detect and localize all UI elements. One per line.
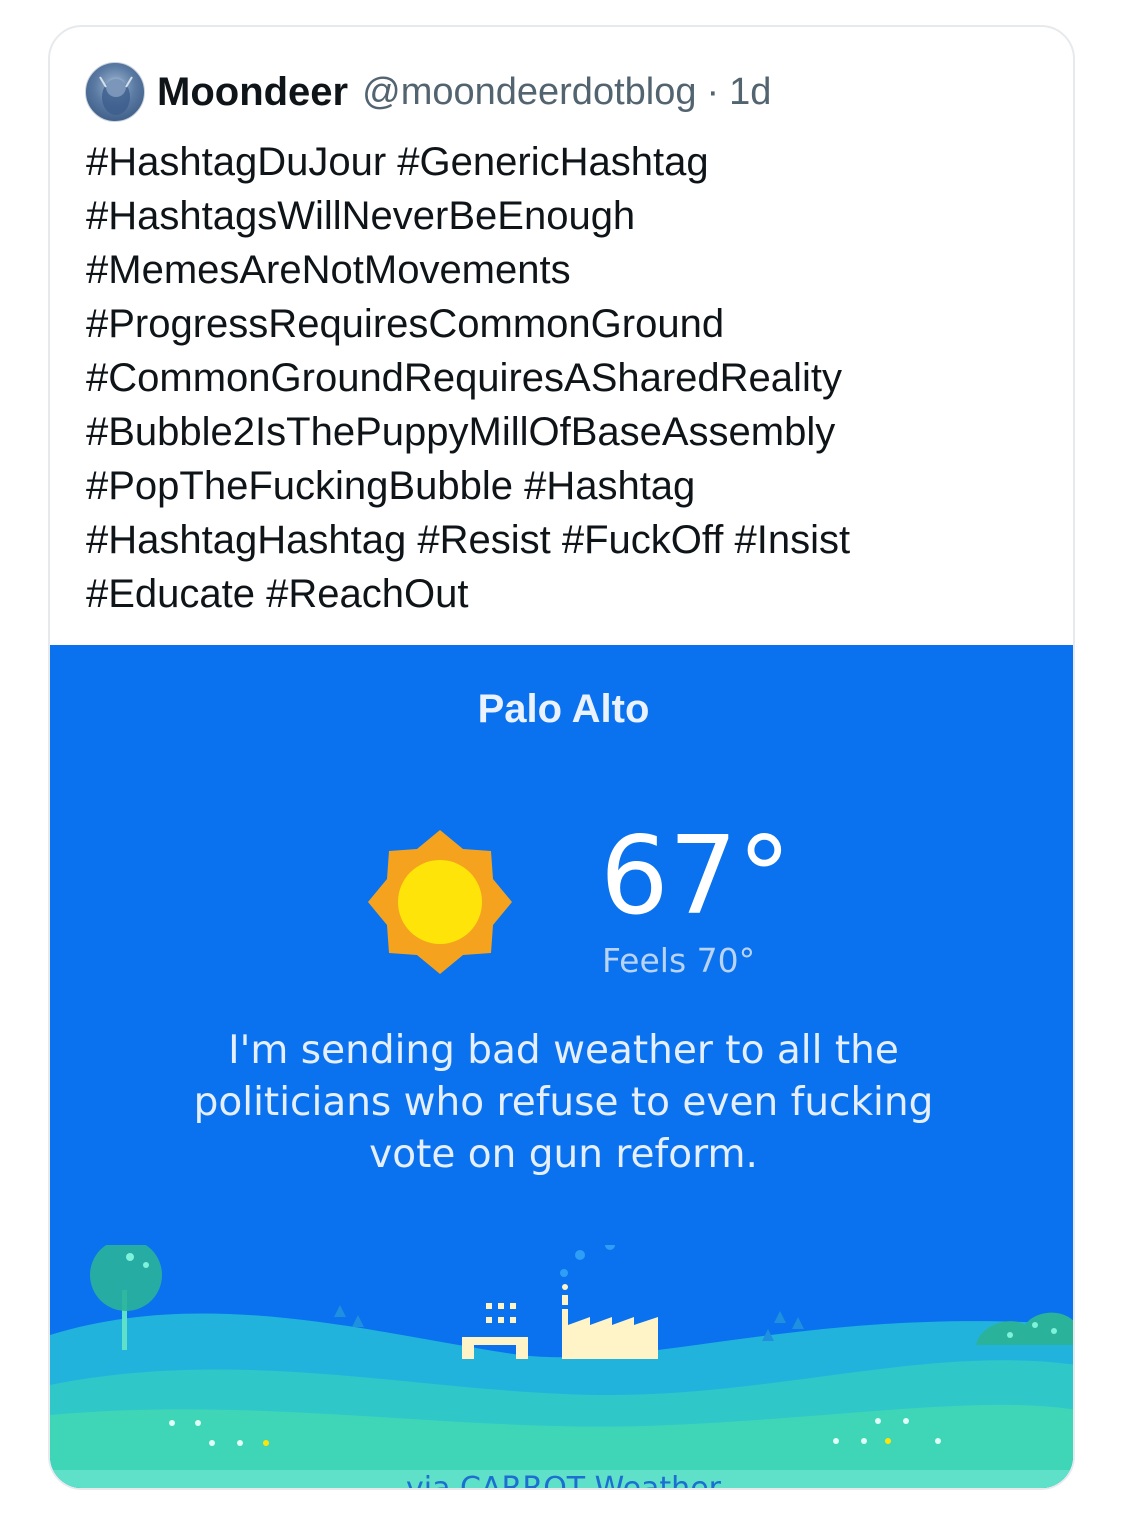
tweet-text-line[interactable]: #HashtagDuJour #GenericHashtag	[86, 135, 1046, 189]
bush-icon	[976, 1312, 1073, 1345]
tweet-text-line[interactable]: #PopTheFuckingBubble #Hashtag	[86, 459, 1046, 513]
timestamp[interactable]: 1d	[729, 71, 771, 114]
via-brand[interactable]: CARROT Weather	[460, 1471, 721, 1488]
temperature: 67°	[600, 814, 792, 939]
factory-icon	[462, 1245, 658, 1359]
author-handle[interactable]: @moondeerdotblog	[362, 71, 696, 114]
feels-like: Feels 70°	[602, 941, 756, 980]
tweet-text: #HashtagDuJour #GenericHashtag #Hashtags…	[86, 135, 1046, 621]
author-name[interactable]: Moondeer	[157, 70, 348, 115]
tweet-header: Moondeer @moondeerdotblog · 1d	[85, 61, 771, 123]
landscape-illustration	[50, 1245, 1073, 1488]
tweet-text-line[interactable]: #MemesAreNotMovements	[86, 243, 1046, 297]
tweet-text-line[interactable]: #HashtagsWillNeverBeEnough	[86, 189, 1046, 243]
avatar-image	[99, 76, 133, 115]
weather-message: I'm sending bad weather to all the polit…	[193, 1028, 934, 1177]
via-credit[interactable]: via CARROT Weather	[50, 1471, 1073, 1490]
tweet-card[interactable]: Moondeer @moondeerdotblog · 1d #HashtagD…	[48, 25, 1075, 1490]
city-name: Palo Alto	[477, 687, 650, 731]
tweet-text-line[interactable]: #Educate #ReachOut	[86, 567, 1046, 621]
separator-dot: ·	[706, 70, 720, 113]
tweet-text-line[interactable]: #Bubble2IsThePuppyMillOfBaseAssembly	[86, 405, 1046, 459]
tweet-text-line[interactable]: #ProgressRequiresCommonGround	[86, 297, 1046, 351]
tweet-text-line[interactable]: #HashtagHashtag #Resist #FuckOff #Insist	[86, 513, 1046, 567]
sun-icon	[368, 830, 512, 974]
tweet-text-line[interactable]: #CommonGroundRequiresASharedReality	[86, 351, 1046, 405]
avatar[interactable]	[85, 62, 145, 122]
weather-image[interactable]: Palo Alto 67° Feels 70° I'm sending bad …	[50, 645, 1073, 1490]
via-prefix: via	[406, 1471, 461, 1490]
